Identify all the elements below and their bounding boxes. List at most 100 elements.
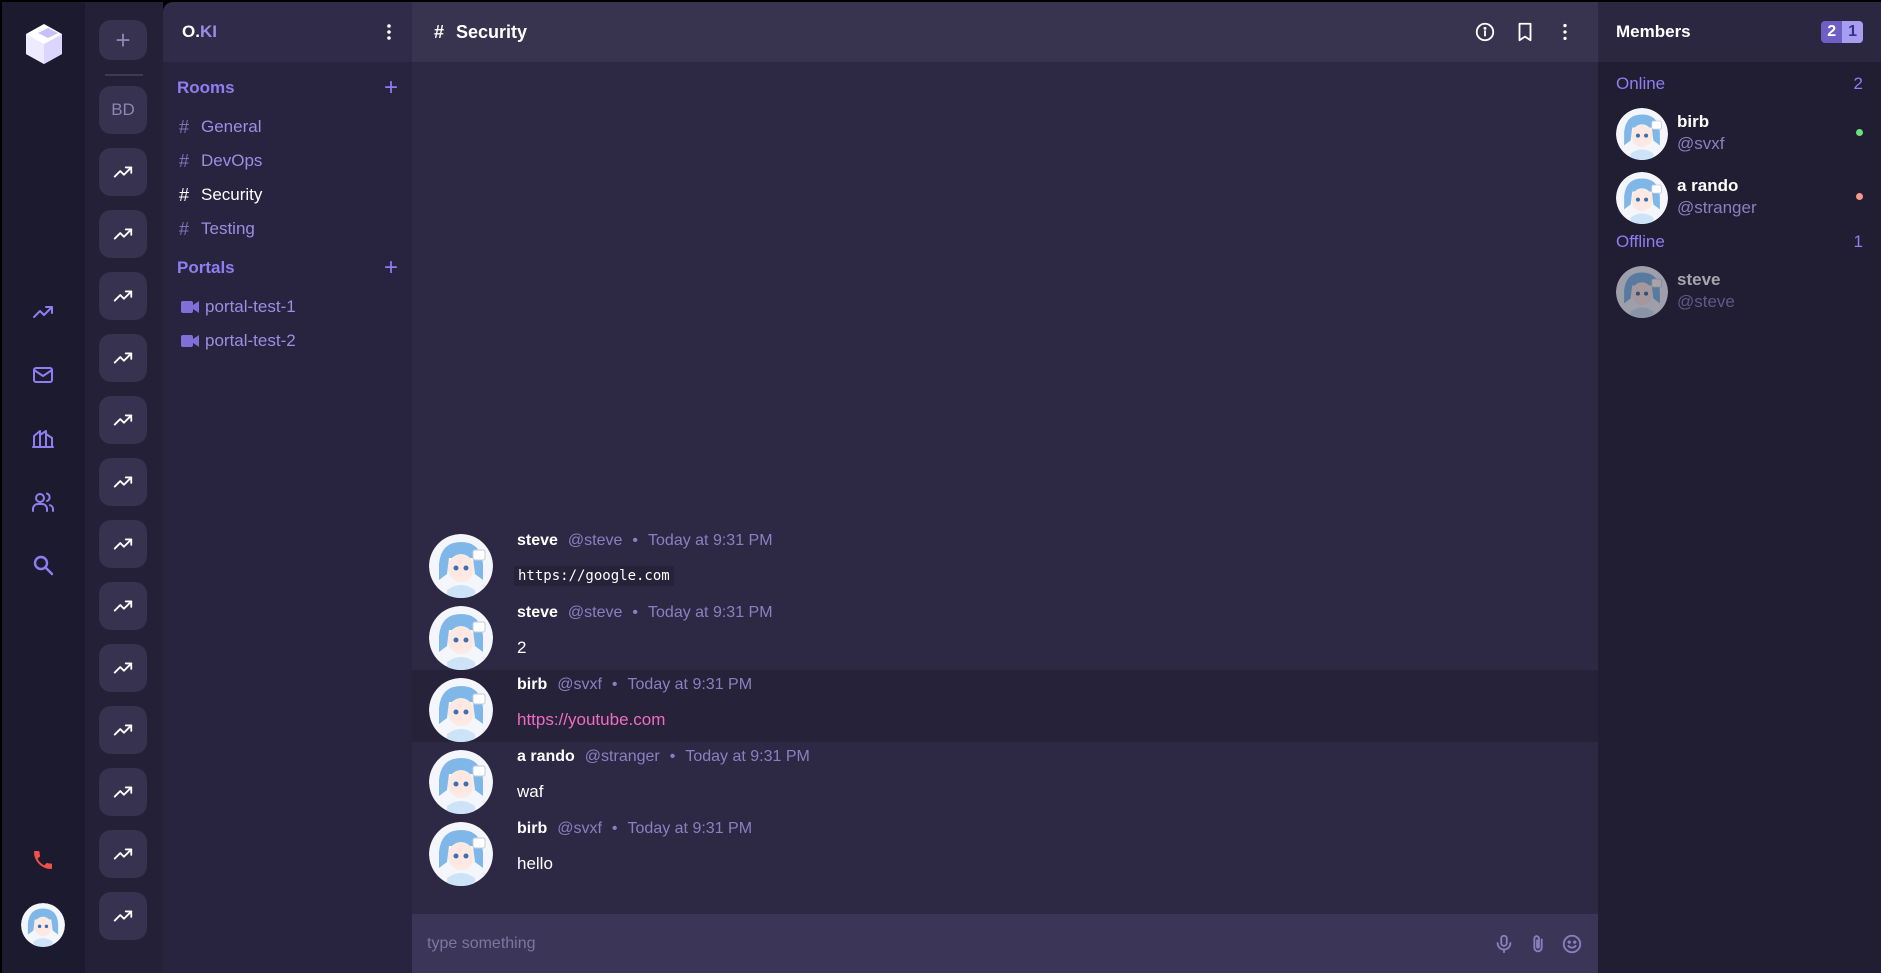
avatar — [1616, 172, 1668, 224]
trending-up-icon — [112, 471, 134, 493]
app-logo-icon[interactable] — [24, 22, 64, 66]
room-label: DevOps — [201, 151, 263, 170]
emoji-icon[interactable] — [1561, 933, 1583, 955]
server-11[interactable] — [99, 768, 147, 816]
message-handle: @steve — [567, 604, 623, 621]
message-handle: @svxf — [557, 820, 602, 837]
add-portal-button[interactable]: + — [384, 256, 398, 280]
message-input[interactable] — [427, 934, 1427, 953]
mail-icon[interactable] — [28, 360, 58, 390]
message-row[interactable]: birb @svxf • Today at 9:31 PM hello — [412, 814, 1598, 886]
trending-up-icon — [112, 595, 134, 617]
hash-icon: # — [179, 218, 190, 239]
server-1[interactable] — [99, 148, 147, 196]
message-row[interactable]: birb @svxf • Today at 9:31 PM https://youtub… — [412, 670, 1598, 742]
room-label: General — [201, 117, 262, 136]
member-name: steve — [1677, 270, 1721, 289]
message-row[interactable]: steve @steve • Today at 9:31 PM 2 — [412, 598, 1598, 670]
online-count: 2 — [1853, 74, 1863, 93]
phone-icon[interactable] — [28, 845, 58, 875]
member-name: a rando — [1677, 176, 1739, 195]
offline-label: Offline — [1616, 232, 1665, 251]
portal-item-1[interactable]: portal-test-1 — [179, 292, 398, 322]
online-count-badge: 2 — [1827, 23, 1837, 40]
message-author[interactable]: birb — [517, 676, 547, 694]
add-server-button[interactable]: + — [99, 20, 147, 60]
channel-title: # Security — [434, 22, 527, 43]
server-5[interactable] — [99, 396, 147, 444]
server-12[interactable] — [99, 830, 147, 878]
portal-label: portal-test-2 — [205, 331, 296, 350]
microphone-icon[interactable] — [1493, 933, 1515, 955]
portals-section-header: Portals + — [177, 256, 398, 280]
message-meta: steve @steve • Today at 9:31 PM — [517, 532, 773, 550]
avatar[interactable] — [429, 678, 493, 742]
server-8[interactable] — [99, 582, 147, 630]
paperclip-icon[interactable] — [1527, 933, 1549, 955]
users-icon[interactable] — [28, 487, 58, 517]
server-6[interactable] — [99, 458, 147, 506]
more-vertical-icon[interactable] — [1554, 21, 1576, 43]
server-header[interactable]: O.KI — [163, 2, 412, 62]
online-label: Online — [1616, 74, 1666, 93]
avatar — [1616, 266, 1668, 318]
members-header: Members 2 1 — [1598, 2, 1881, 62]
trending-up-icon — [112, 905, 134, 927]
message-body: 2 — [517, 638, 527, 657]
trending-up-icon — [112, 781, 134, 803]
message-handle: @svxf — [557, 676, 602, 693]
add-room-button[interactable]: + — [384, 76, 398, 100]
chat-header: # Security — [412, 2, 1598, 62]
message-handle: @stranger — [584, 748, 660, 765]
members-panel: Members 2 1 Online 2 birb @svxf a rando @st… — [1598, 2, 1881, 973]
search-icon[interactable] — [28, 550, 58, 580]
server-9[interactable] — [99, 644, 147, 692]
message-author[interactable]: steve — [517, 604, 558, 622]
offline-section-header: Offline 1 — [1616, 232, 1863, 252]
server-2[interactable] — [99, 210, 147, 258]
user-avatar[interactable] — [21, 903, 65, 947]
avatar[interactable] — [429, 606, 493, 670]
server-10[interactable] — [99, 706, 147, 754]
portal-item-2[interactable]: portal-test-2 — [179, 326, 398, 356]
member-item[interactable]: a rando @stranger — [1616, 172, 1863, 224]
separator-dot: • — [611, 820, 618, 837]
message-timestamp: Today at 9:31 PM — [648, 532, 773, 549]
offline-count-badge: 1 — [1842, 21, 1863, 43]
status-dot — [1856, 129, 1863, 136]
trending-up-icon — [112, 347, 134, 369]
message-author[interactable]: steve — [517, 532, 558, 550]
avatar[interactable] — [429, 534, 493, 598]
room-item-devops[interactable]: # DevOps — [179, 146, 398, 176]
server-divider — [105, 74, 143, 76]
message-row[interactable]: a rando @stranger • Today at 9:31 PM waf — [412, 742, 1598, 814]
message-handle: @steve — [567, 532, 623, 549]
message-link[interactable]: https://youtube.com — [517, 710, 665, 730]
message-timestamp: Today at 9:31 PM — [648, 604, 773, 621]
server-bd[interactable]: BD — [99, 86, 147, 134]
message-composer — [412, 914, 1598, 973]
channel-sidebar: O.KI Rooms + # General # DevOps # Security # Te… — [163, 2, 412, 973]
message-author[interactable]: birb — [517, 820, 547, 838]
message-row[interactable]: steve @steve • Today at 9:31 PM https://goog… — [412, 526, 1598, 598]
rooms-section-header: Rooms + — [177, 76, 398, 100]
trending-up-icon — [112, 657, 134, 679]
room-item-security[interactable]: # Security — [179, 180, 398, 210]
server-7[interactable] — [99, 520, 147, 568]
server-3[interactable] — [99, 272, 147, 320]
message-author[interactable]: a rando — [517, 748, 575, 766]
more-vertical-icon[interactable] — [386, 23, 392, 41]
bookmark-icon[interactable] — [1514, 21, 1536, 43]
room-item-general[interactable]: # General — [179, 112, 398, 142]
member-item[interactable]: steve @steve — [1616, 266, 1863, 318]
info-icon[interactable] — [1474, 21, 1496, 43]
library-icon[interactable] — [28, 423, 58, 453]
avatar[interactable] — [429, 822, 493, 886]
trending-up-icon[interactable] — [28, 297, 58, 327]
server-4[interactable] — [99, 334, 147, 382]
separator-dot: • — [632, 604, 639, 621]
server-13[interactable] — [99, 892, 147, 940]
avatar[interactable] — [429, 750, 493, 814]
room-item-testing[interactable]: # Testing — [179, 214, 398, 244]
member-item[interactable]: birb @svxf — [1616, 108, 1863, 160]
